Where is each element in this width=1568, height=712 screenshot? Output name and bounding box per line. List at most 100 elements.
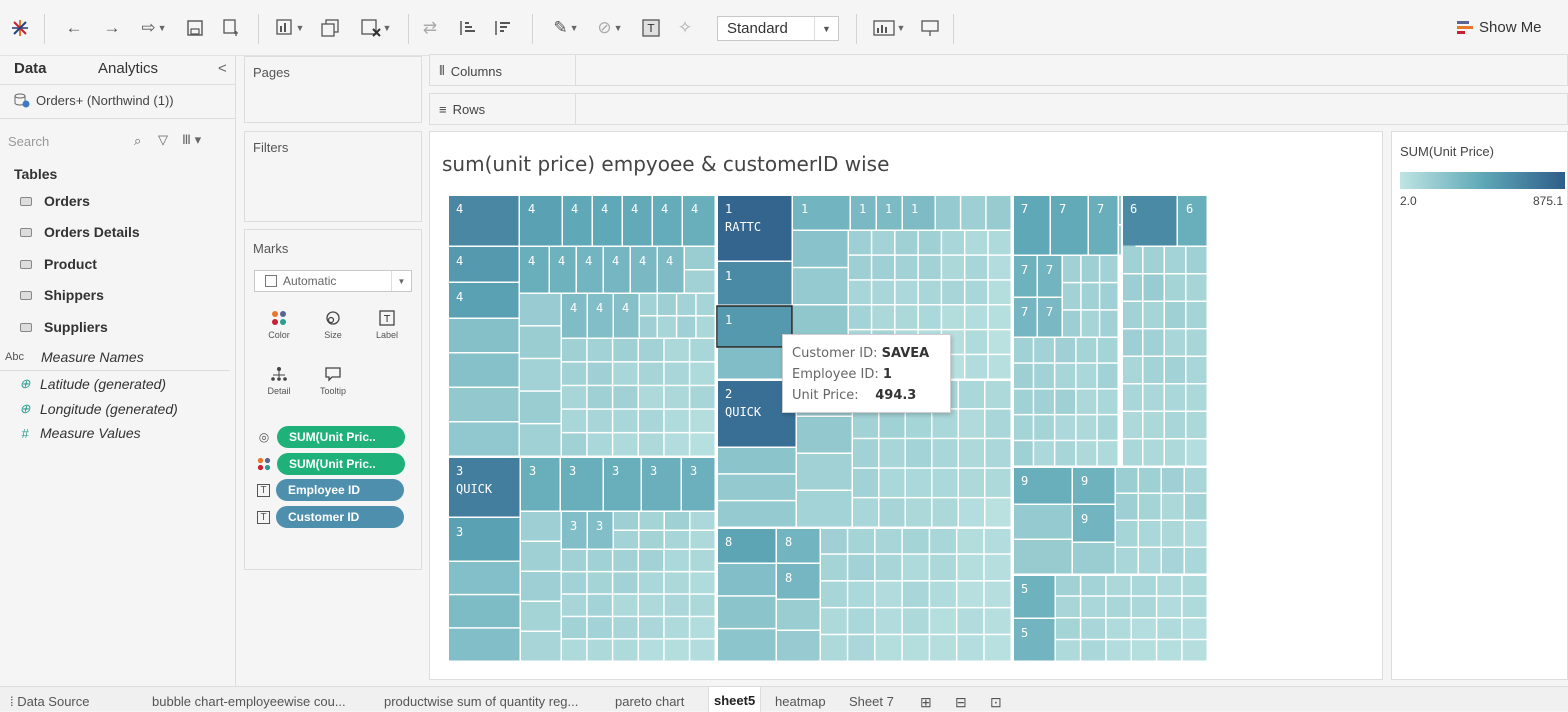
treemap-cell[interactable]	[875, 581, 902, 607]
treemap-cell[interactable]	[984, 581, 1011, 607]
treemap-cell[interactable]	[849, 231, 871, 255]
mark-pill-color[interactable]: SUM(Unit Pric..	[257, 453, 405, 475]
treemap-cell[interactable]	[1122, 274, 1142, 301]
tab-analytics[interactable]: Analytics	[98, 60, 158, 77]
treemap-cell[interactable]	[986, 195, 1011, 230]
treemap-cell[interactable]	[879, 498, 905, 527]
data-source-item[interactable]: Orders+ (Northwind (1))	[14, 92, 174, 108]
treemap-cell[interactable]	[639, 531, 664, 549]
treemap-cell[interactable]	[1122, 357, 1142, 383]
treemap-cell[interactable]	[690, 409, 715, 432]
treemap-cell[interactable]	[1182, 618, 1207, 639]
treemap-cell[interactable]	[1063, 310, 1081, 337]
treemap-cell[interactable]	[690, 594, 715, 616]
new-data-source-icon[interactable]	[220, 14, 242, 42]
treemap-cell[interactable]	[717, 348, 792, 379]
treemap-cell[interactable]	[875, 635, 902, 661]
treemap-cell[interactable]	[587, 572, 612, 594]
treemap-cell[interactable]	[1063, 256, 1081, 282]
show-mark-labels-icon[interactable]: T	[640, 14, 662, 42]
treemap-cell[interactable]	[1081, 575, 1106, 596]
treemap-cell[interactable]	[613, 433, 638, 456]
table-item-shippers[interactable]: Shippers	[20, 287, 104, 303]
treemap-cell[interactable]	[562, 433, 587, 456]
treemap-cell[interactable]	[448, 319, 519, 352]
treemap-cell[interactable]	[604, 457, 641, 511]
treemap-cell[interactable]	[1139, 521, 1161, 547]
treemap-cell[interactable]	[1055, 415, 1076, 440]
treemap-cell[interactable]	[1013, 441, 1033, 466]
treemap-cell[interactable]	[1055, 363, 1076, 389]
treemap-cell[interactable]	[902, 554, 929, 581]
treemap-cell[interactable]	[1122, 329, 1142, 356]
treemap-cell[interactable]	[1076, 441, 1097, 466]
treemap-cell[interactable]	[848, 554, 875, 581]
treemap-cell[interactable]	[640, 316, 657, 338]
treemap-cell[interactable]	[696, 316, 715, 338]
treemap-cell[interactable]	[853, 498, 878, 527]
treemap-cell[interactable]	[1143, 302, 1164, 328]
swap-rows-columns-icon[interactable]: ⇄	[418, 14, 442, 42]
treemap-cell[interactable]	[665, 531, 689, 549]
treemap-cell[interactable]	[1122, 384, 1142, 411]
field-latitude[interactable]: ⊕ Latitude (generated)	[18, 376, 167, 392]
treemap-cell[interactable]	[664, 386, 689, 409]
treemap-cell[interactable]	[879, 439, 905, 468]
treemap-cell[interactable]	[988, 305, 1011, 329]
treemap-cell[interactable]	[1013, 619, 1055, 661]
treemap-cell[interactable]	[665, 512, 689, 530]
treemap-cell[interactable]	[821, 528, 847, 554]
treemap-cell[interactable]	[587, 594, 612, 616]
treemap-cell[interactable]	[797, 454, 852, 490]
treemap-cell[interactable]	[448, 595, 520, 628]
detail-button[interactable]: Detail	[257, 360, 301, 404]
treemap-cell[interactable]	[1186, 357, 1207, 383]
treemap-cell[interactable]	[1143, 384, 1164, 411]
treemap-cell[interactable]	[1106, 575, 1131, 596]
treemap-cell[interactable]	[1122, 412, 1142, 438]
treemap-cell[interactable]	[918, 255, 941, 280]
group-members-icon[interactable]: ⊘ ▼	[592, 14, 628, 42]
treemap-cell[interactable]	[1116, 467, 1138, 493]
treemap-cell[interactable]	[1165, 357, 1185, 383]
treemap-cell[interactable]	[448, 388, 519, 421]
redo-arrow-icon[interactable]: →	[100, 14, 124, 42]
treemap-cell[interactable]	[930, 581, 956, 607]
treemap-cell[interactable]	[793, 268, 848, 304]
treemap-cell[interactable]	[1182, 640, 1207, 661]
treemap-cell[interactable]	[988, 255, 1011, 280]
treemap-cell[interactable]	[1055, 338, 1076, 363]
treemap-cell[interactable]	[1186, 302, 1207, 328]
treemap-cell[interactable]	[561, 457, 603, 511]
treemap-cell[interactable]	[1076, 363, 1097, 389]
label-button[interactable]: T Label	[365, 304, 409, 348]
treemap-cell[interactable]	[1162, 548, 1184, 574]
replay-icon[interactable]: ⇨ ▼	[134, 14, 174, 42]
treemap-cell[interactable]	[1186, 329, 1207, 356]
treemap-cell[interactable]	[520, 359, 561, 391]
treemap-cell[interactable]	[448, 562, 520, 594]
treemap-cell[interactable]	[985, 498, 1011, 527]
treemap-cell[interactable]	[957, 554, 984, 581]
treemap-cell[interactable]	[942, 280, 964, 304]
treemap-cell[interactable]	[959, 498, 984, 527]
treemap-cell[interactable]	[448, 628, 520, 661]
treemap-cell[interactable]	[562, 339, 587, 362]
treemap-cell[interactable]	[520, 294, 561, 326]
treemap-cell[interactable]	[658, 316, 676, 338]
treemap-cell[interactable]	[587, 639, 612, 661]
treemap-cell[interactable]	[664, 433, 689, 456]
treemap-cell[interactable]	[918, 305, 941, 329]
sort-ascending-icon[interactable]	[455, 14, 479, 42]
treemap-cell[interactable]	[875, 608, 902, 634]
treemap-cell[interactable]	[639, 512, 664, 530]
treemap-cell[interactable]	[1182, 575, 1207, 596]
mark-pill-employee-id[interactable]: T Employee ID	[257, 479, 404, 501]
show-me-button[interactable]: Show Me	[1457, 19, 1542, 36]
treemap-cell[interactable]	[1162, 467, 1184, 493]
treemap-cell[interactable]	[690, 531, 715, 549]
treemap-cell[interactable]	[664, 572, 689, 594]
treemap-cell[interactable]	[613, 409, 638, 432]
treemap-cell[interactable]	[1186, 247, 1207, 273]
treemap-cell[interactable]	[930, 608, 956, 634]
